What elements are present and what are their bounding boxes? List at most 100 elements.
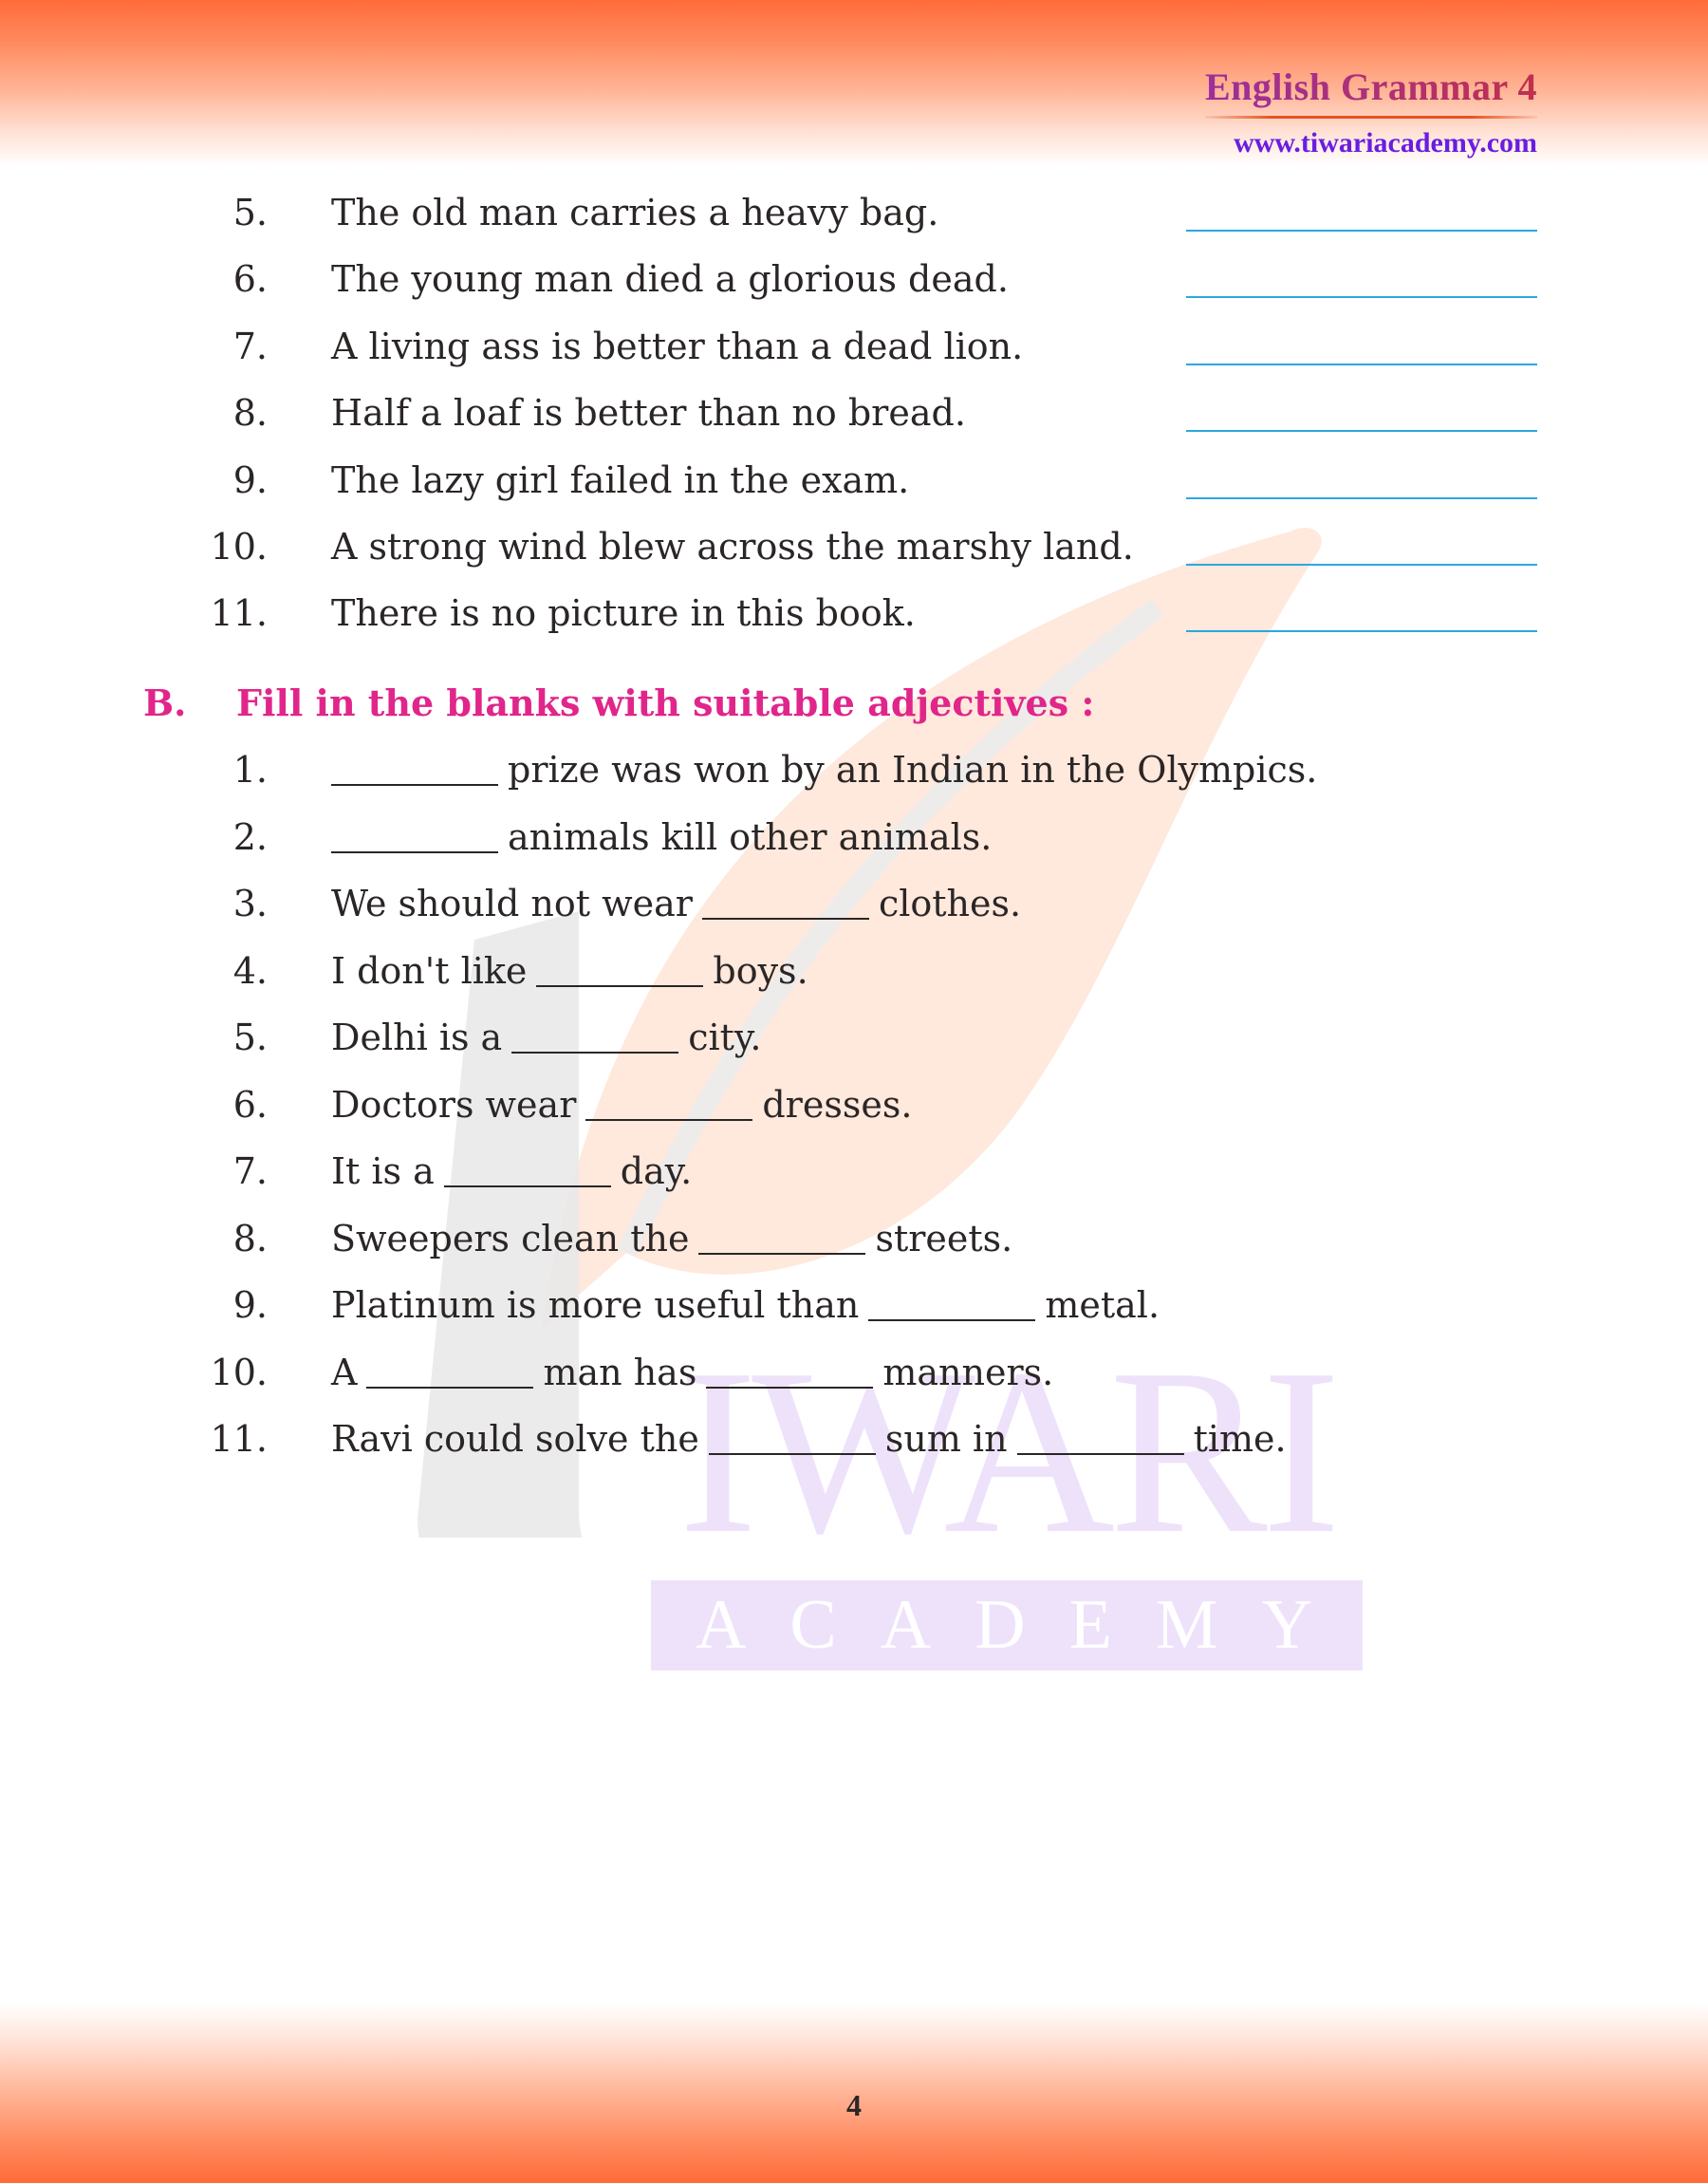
exercise-item: 7. A living ass is better than a dead lio… [0,320,1708,373]
item-number: 1. [232,749,268,791]
fill-blank-item: 3. We should not wear clothes. [0,877,1708,930]
item-number: 11. [210,592,268,635]
item-sentence: It is a day. [331,1145,692,1198]
item-number: 2. [232,815,268,858]
fill-blank-item: 9. Platinum is more useful than metal. [0,1278,1708,1332]
sentence-fragment: Sweepers clean the [331,1217,690,1259]
answer-blank-line[interactable] [1186,630,1537,633]
blank-line[interactable] [706,1386,874,1389]
item-sentence: The lazy girl failed in the exam. [331,458,910,501]
sentence-fragment: manners. [882,1351,1054,1393]
sentence-fragment: Ravi could solve the [331,1418,699,1460]
website-link[interactable]: www.tiwariacademy.com [1205,128,1537,159]
item-sentence: Half a loaf is better than no bread. [331,392,966,435]
sentence-fragment: streets. [875,1217,1013,1259]
sentence-fragment: We should not wear [331,883,693,924]
answer-blank-line[interactable] [1186,430,1537,433]
blank-line[interactable] [331,850,498,853]
answer-blank-line[interactable] [1186,230,1537,232]
item-sentence: There is no picture in this book. [331,592,916,635]
answer-blank-line[interactable] [1186,363,1537,365]
sentence-fragment: sum in [884,1418,1008,1460]
fill-blank-item: 4. I don't like boys. [0,944,1708,998]
exercise-item: 8. Half a loaf is better than no bread. [0,386,1708,439]
section-title: Fill in the blanks with suitable adjecti… [236,681,1095,724]
fill-blank-item: 6. Doctors wear dresses. [0,1078,1708,1131]
exercise-item: 11. There is no picture in this book. [0,587,1708,640]
fill-blank-item: 5. Delhi is a city. [0,1011,1708,1064]
item-number: 5. [232,192,268,233]
item-sentence: The young man died a glorious dead. [331,258,1009,301]
exercise-item: 6. The young man died a glorious dead. [0,252,1708,306]
sentence-fragment: time. [1193,1418,1287,1460]
sentence-fragment: city. [688,1017,762,1058]
exercise-item: 9. The lazy girl failed in the exam. [0,454,1708,507]
item-number: 6. [232,1083,268,1126]
blank-line[interactable] [585,1118,753,1121]
blank-line[interactable] [443,1185,611,1187]
blank-line[interactable] [331,784,498,786]
item-sentence: Platinum is more useful than metal. [331,1278,1160,1332]
blank-line[interactable] [868,1319,1036,1321]
item-number: 9. [232,1284,268,1326]
sentence-fragment: Delhi is a [331,1017,503,1058]
fill-blank-item: 1. prize was won by an Indian in the Olym… [0,743,1708,796]
answer-blank-line[interactable] [1186,496,1537,499]
item-number: 3. [232,883,268,924]
item-sentence: A living ass is better than a dead lion. [331,325,1024,367]
item-sentence: The old man carries a heavy bag. [331,192,939,233]
page-number: 4 [846,2088,862,2122]
sentence-fragment: A [331,1351,358,1393]
blank-line[interactable] [511,1052,679,1054]
item-number: 4. [232,949,268,992]
blank-line[interactable] [366,1386,534,1389]
sentence-fragment: prize was won by an Indian in the Olympi… [508,749,1318,791]
item-number: 5. [232,1017,268,1058]
item-sentence: prize was won by an Indian in the Olympi… [331,743,1317,796]
blank-line[interactable] [708,1453,876,1455]
item-sentence: Ravi could solve the sum in time. [331,1412,1287,1465]
item-number: 8. [232,1217,268,1259]
fill-blank-item: 2. animals kill other animals. [0,811,1708,864]
blank-line[interactable] [701,918,869,920]
item-number: 9. [232,458,268,501]
sentence-fragment: boys. [713,949,808,992]
exercise-item: 5. The old man carries a heavy bag. [0,186,1708,239]
sentence-fragment: animals kill other animals. [508,815,993,858]
exercise-item: 10. A strong wind blew across the marshy … [0,520,1708,573]
item-sentence: Doctors wear dresses. [331,1078,912,1131]
header-divider [1204,116,1537,119]
fill-blank-item: 11. Ravi could solve the sum in time. [0,1412,1708,1465]
answer-blank-line[interactable] [1186,296,1537,299]
sentence-fragment: dresses. [762,1083,913,1126]
item-number: 10. [210,526,268,568]
fill-blank-item: 10. Aman has manners. [0,1346,1708,1399]
item-sentence: Aman has manners. [331,1346,1053,1399]
fill-blank-item: 7. It is a day. [0,1145,1708,1198]
sentence-fragment: Doctors wear [331,1083,577,1126]
item-sentence: I don't like boys. [331,944,808,998]
item-sentence: Sweepers clean the streets. [331,1212,1012,1265]
blank-line[interactable] [698,1252,866,1255]
item-sentence: animals kill other animals. [331,811,992,864]
sentence-fragment: clothes. [878,883,1022,924]
item-number: 7. [232,1150,268,1192]
sentence-fragment: day. [620,1150,693,1192]
section-b-heading: B. Fill in the blanks with suitable adje… [0,675,1708,732]
item-number: 11. [210,1418,268,1460]
section-letter: B. [143,681,187,724]
page-header: English Grammar 4 www.tiwariacademy.com [1204,65,1537,159]
sentence-fragment: It is a [331,1150,435,1192]
item-number: 10. [210,1351,268,1393]
answer-blank-line[interactable] [1186,564,1537,566]
item-sentence: A strong wind blew across the marshy lan… [331,526,1134,568]
sentence-fragment: I don't like [331,949,528,992]
sentence-fragment: metal. [1045,1284,1160,1326]
blank-line[interactable] [536,984,704,987]
blank-line[interactable] [1016,1453,1184,1455]
item-sentence: We should not wear clothes. [331,877,1021,930]
book-title: English Grammar 4 [1204,65,1537,108]
watermark-academy: ACADEMY [651,1580,1363,1670]
item-number: 7. [232,325,268,367]
sentence-fragment: man has [543,1351,697,1393]
